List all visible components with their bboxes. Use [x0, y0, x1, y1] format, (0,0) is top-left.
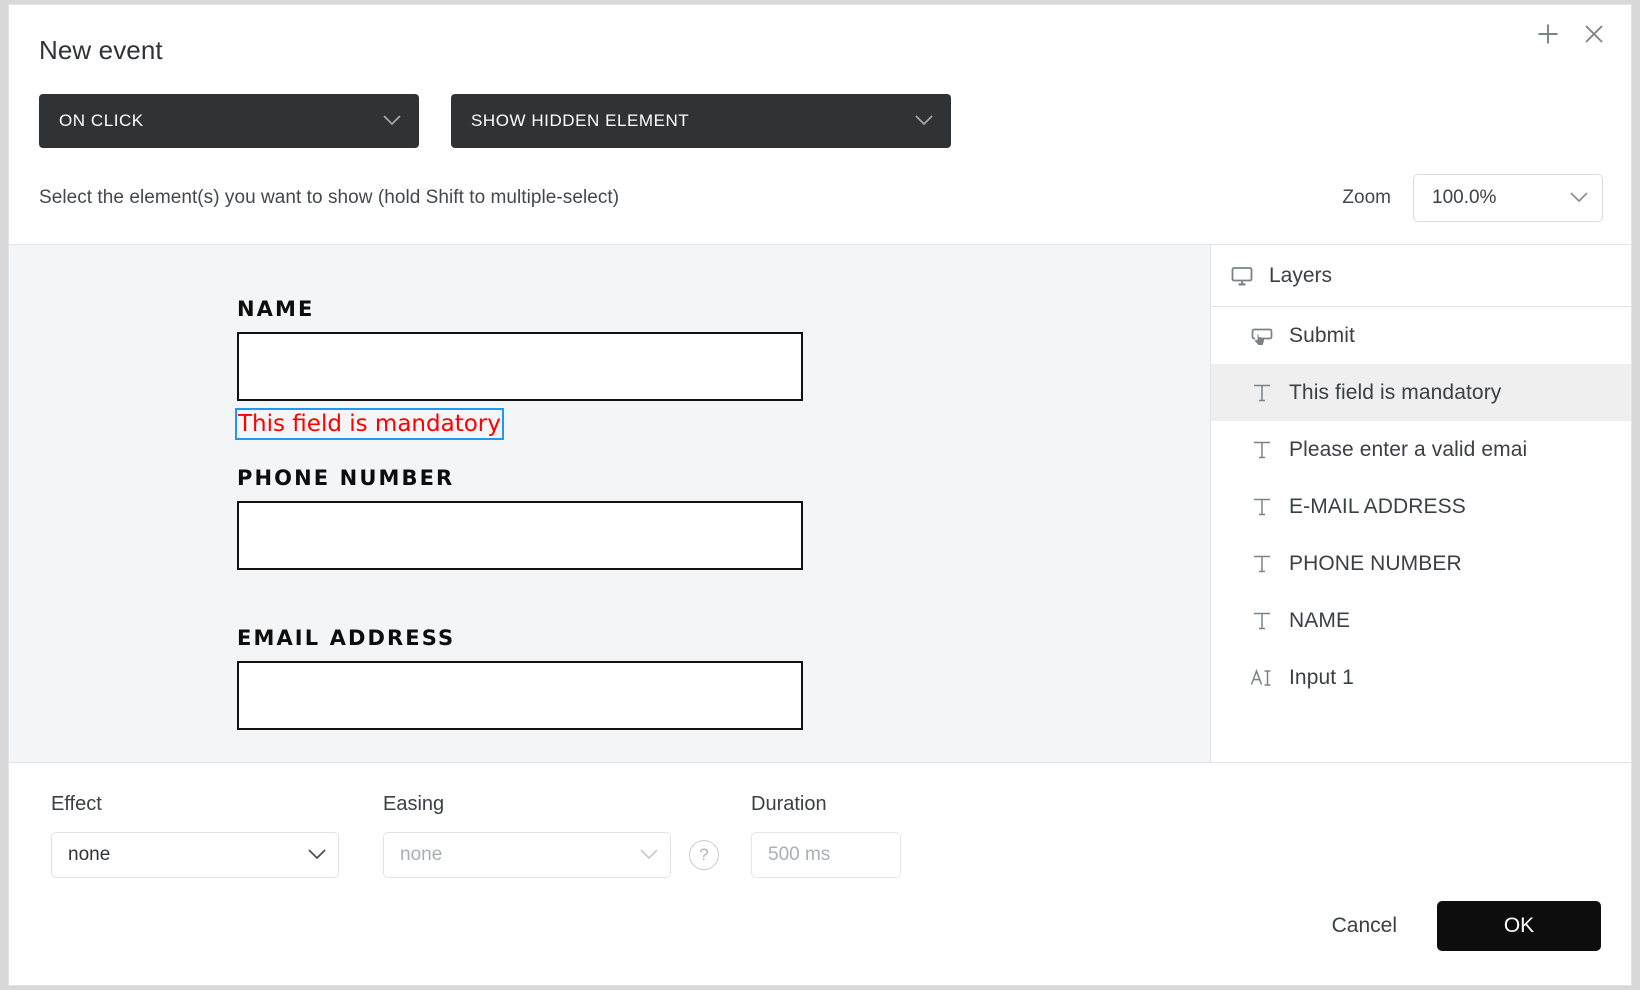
effect-control: Effect none [51, 793, 339, 878]
dialog-title: New event [39, 35, 163, 65]
layer-label: Input 1 [1289, 665, 1354, 689]
easing-select[interactable]: none [383, 832, 671, 878]
zoom-select[interactable]: 100.0% [1413, 174, 1603, 222]
event-action-select[interactable]: SHOW HIDDEN ELEMENT [451, 94, 951, 148]
footer-button-group: Cancel OK [1326, 901, 1601, 951]
text-icon [1249, 494, 1275, 520]
chevron-down-icon [915, 111, 933, 131]
layer-item-e-mail-address[interactable]: E-MAIL ADDRESS [1211, 478, 1631, 535]
canvas-field-name: NAME This field is mandatory [235, 297, 803, 440]
layer-label: NAME [1289, 608, 1351, 632]
layer-label: E-MAIL ADDRESS [1289, 494, 1466, 518]
field-input-name[interactable] [237, 332, 803, 401]
chevron-down-icon [1570, 187, 1588, 209]
event-trigger-select[interactable]: ON CLICK [39, 94, 419, 148]
layer-item-this-field-is-mandatory[interactable]: This field is mandatory [1211, 364, 1631, 421]
duration-control: Duration [751, 793, 901, 878]
animation-controls: Effect none Easing none ? Duration 500 m… [9, 793, 1631, 878]
layer-label: PHONE NUMBER [1289, 551, 1462, 575]
field-input-phone[interactable] [237, 501, 803, 570]
plus-icon[interactable] [1533, 19, 1563, 49]
text-icon [1249, 551, 1275, 577]
zoom-value: 100.0% [1432, 187, 1497, 208]
ok-button[interactable]: OK [1437, 901, 1601, 951]
text-input-icon [1249, 665, 1275, 691]
chevron-down-icon [383, 111, 401, 131]
canvas-field-phone: PHONE NUMBER [237, 466, 803, 570]
field-input-email[interactable] [237, 661, 803, 730]
text-icon [1249, 608, 1275, 634]
dialog-body: NAME This field is mandatory PHONE NUMBE… [9, 244, 1631, 763]
dialog-footer: Effect none Easing none ? Duration 500 m… [9, 763, 1631, 985]
layer-item-input-1[interactable]: Input 1 [1211, 649, 1631, 706]
error-text-mandatory[interactable]: This field is mandatory [235, 408, 504, 440]
layer-label: This field is mandatory [1289, 380, 1502, 404]
layers-list: Submit This field is mandatory Please en… [1211, 307, 1631, 762]
event-trigger-value: ON CLICK [59, 111, 144, 130]
design-canvas[interactable]: NAME This field is mandatory PHONE NUMBE… [9, 245, 1211, 762]
zoom-label: Zoom [1342, 187, 1391, 208]
zoom-control-group: Zoom 100.0% [1342, 174, 1603, 222]
canvas-form: NAME This field is mandatory PHONE NUMBE… [235, 297, 803, 730]
easing-label: Easing [383, 793, 445, 815]
layer-label: Submit [1289, 323, 1355, 347]
header-icon-group [1533, 19, 1609, 49]
field-label-phone: PHONE NUMBER [237, 466, 455, 490]
question-mark-icon[interactable]: ? [689, 840, 719, 870]
button-click-icon [1249, 323, 1275, 349]
cancel-button[interactable]: Cancel [1326, 904, 1403, 948]
text-icon [1249, 380, 1275, 406]
new-event-dialog: New event ON CLICK SHOW HIDDEN ELEMENT S… [8, 4, 1632, 986]
layer-label: Please enter a valid emai [1289, 437, 1528, 461]
effect-label: Effect [51, 793, 102, 815]
easing-control: Easing none [383, 793, 671, 878]
text-icon [1249, 437, 1275, 463]
layer-item-please-enter-a-valid-email[interactable]: Please enter a valid emai [1211, 421, 1631, 478]
layers-panel-title: Layers [1269, 263, 1333, 287]
event-selects-row: ON CLICK SHOW HIDDEN ELEMENT [9, 66, 1631, 148]
instruction-text: Select the element(s) you want to show (… [39, 187, 620, 208]
dialog-header: New event [9, 5, 1631, 66]
easing-value: none [400, 844, 443, 865]
chevron-down-icon [308, 844, 326, 866]
instruction-row: Select the element(s) you want to show (… [9, 148, 1631, 244]
layer-item-submit[interactable]: Submit [1211, 307, 1631, 364]
layer-item-phone-number[interactable]: PHONE NUMBER [1211, 535, 1631, 592]
field-label-email: EMAIL ADDRESS [237, 626, 456, 650]
duration-input[interactable] [768, 844, 900, 866]
effect-value: none [68, 844, 111, 865]
effect-select[interactable]: none [51, 832, 339, 878]
monitor-icon [1229, 263, 1255, 289]
chevron-down-icon [640, 844, 658, 866]
layers-panel: Layers Submit This field is mandatory Pl… [1211, 245, 1631, 762]
field-label-name: NAME [237, 297, 315, 321]
layer-item-name[interactable]: NAME [1211, 592, 1631, 649]
event-action-value: SHOW HIDDEN ELEMENT [471, 111, 690, 130]
close-icon[interactable] [1579, 19, 1609, 49]
duration-field-wrapper [751, 832, 901, 878]
canvas-field-email: EMAIL ADDRESS [237, 626, 803, 730]
duration-label: Duration [751, 793, 827, 815]
layers-panel-header: Layers [1211, 245, 1631, 307]
